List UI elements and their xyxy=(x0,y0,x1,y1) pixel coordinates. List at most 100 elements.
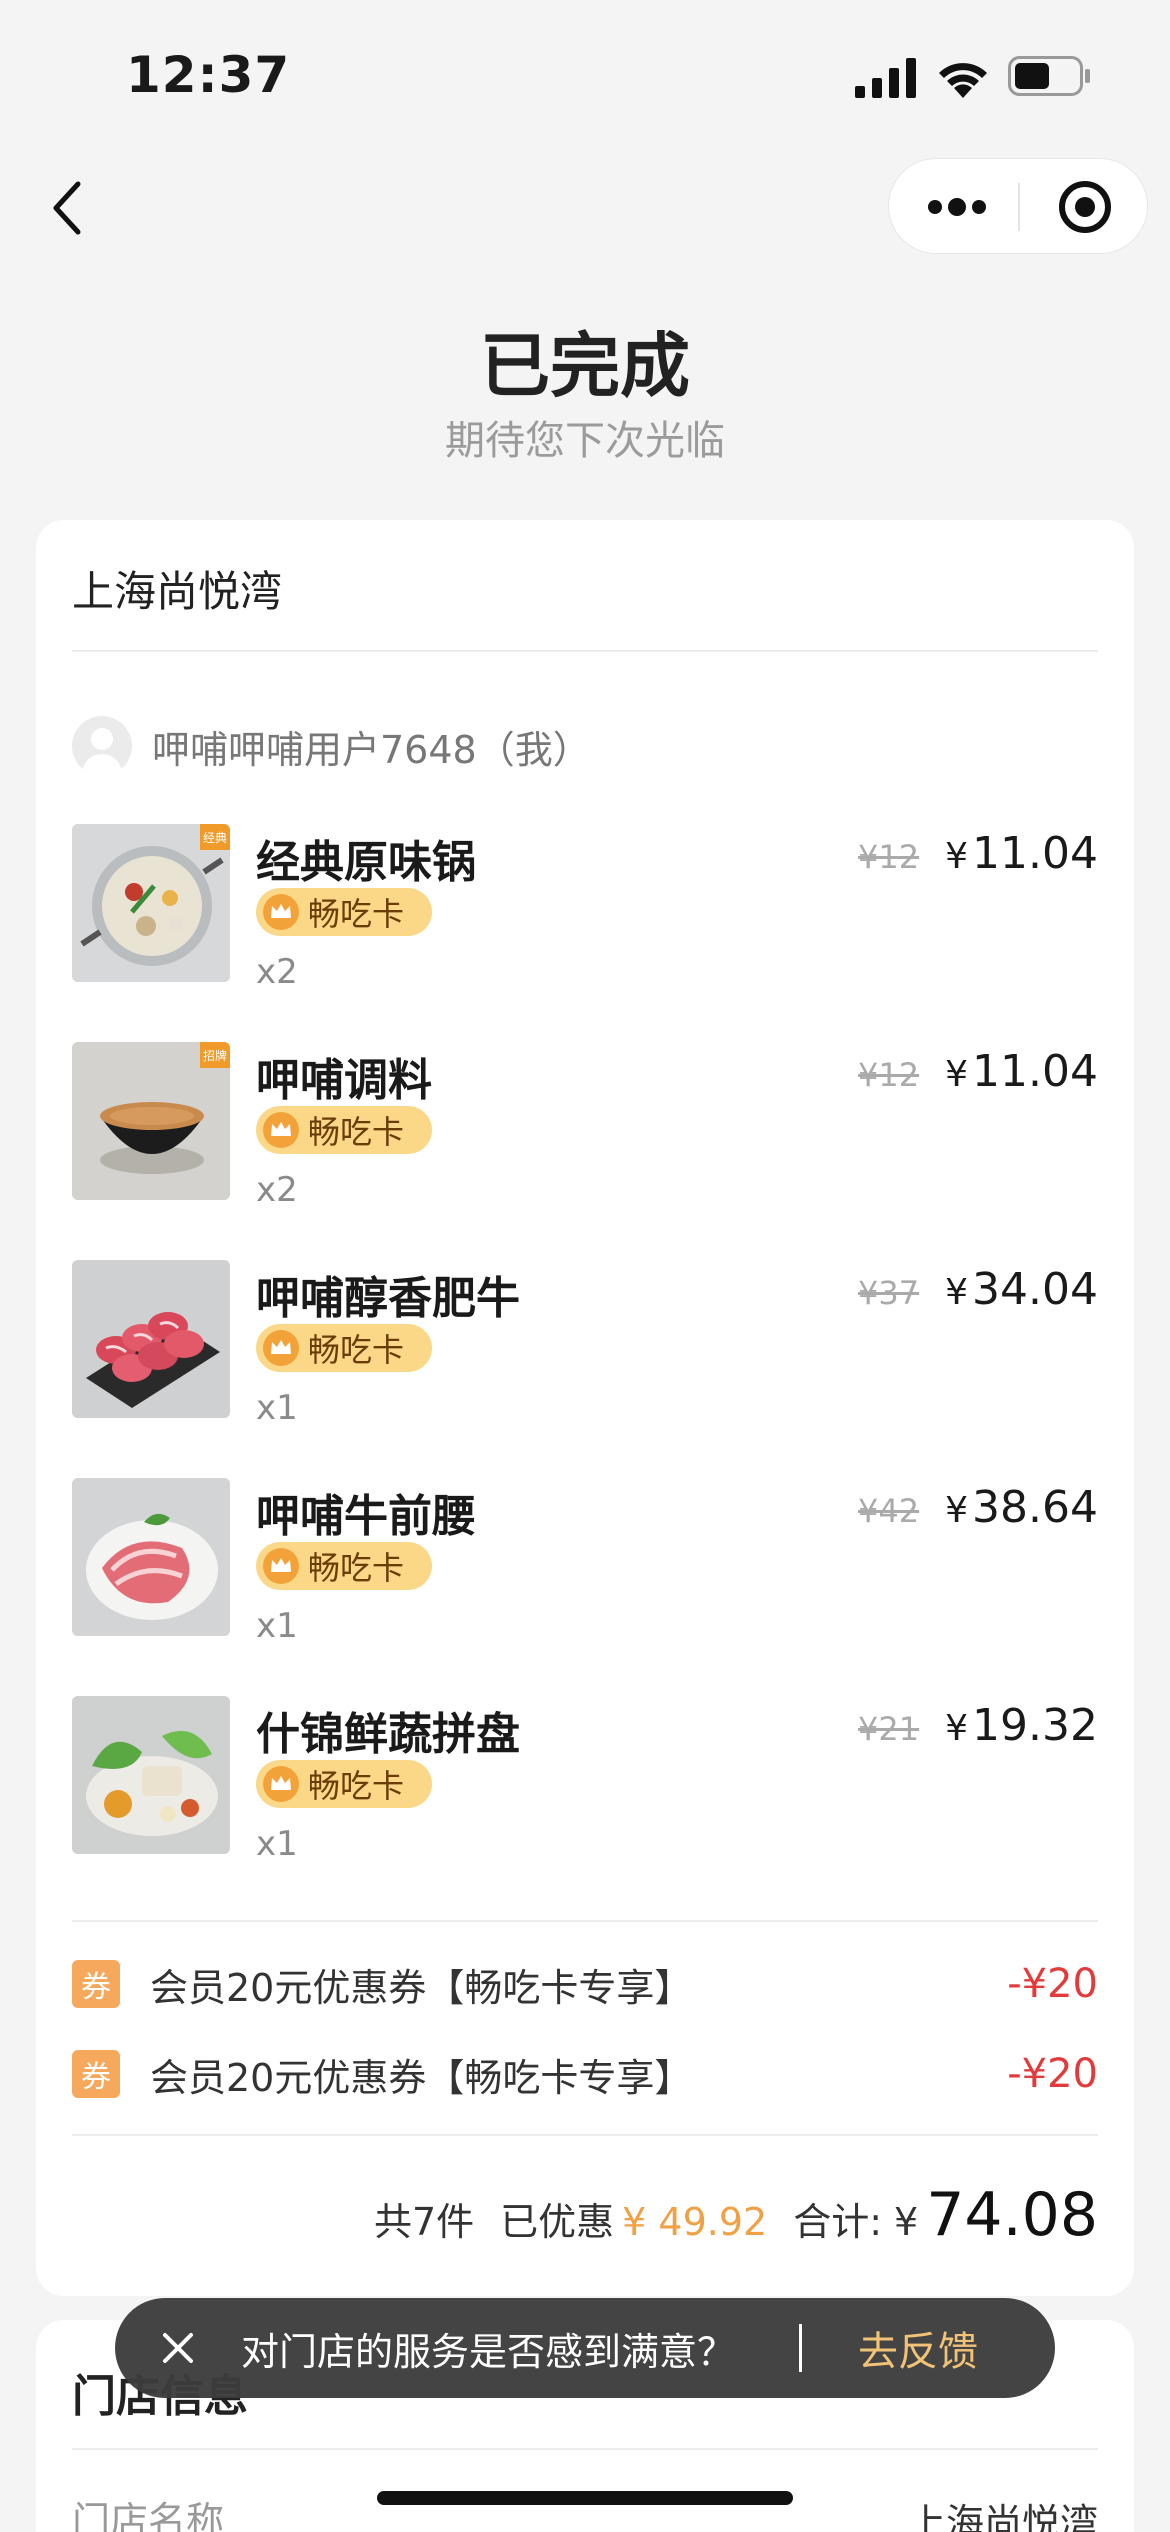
divider xyxy=(72,2134,1098,2136)
battery-icon xyxy=(1008,56,1090,96)
crown-icon xyxy=(263,1330,299,1366)
item-qty: x1 xyxy=(256,1388,298,1428)
item-qty: x2 xyxy=(256,952,298,992)
item-price-box: ¥42 ¥38.64 xyxy=(858,1482,1098,1533)
badge-label: 畅吃卡 xyxy=(308,1331,405,1369)
signal-icon xyxy=(855,58,916,98)
status-time: 12:37 xyxy=(126,46,291,104)
divider xyxy=(72,1920,1098,1922)
user-name: 呷哺呷哺用户7648（我） xyxy=(152,727,591,772)
badge-label: 畅吃卡 xyxy=(308,1767,405,1805)
order-status-title: 已完成 xyxy=(480,325,690,407)
order-item[interactable]: 经典 经典原味锅 畅吃卡 x2 ¥12 ¥11.04 xyxy=(72,824,1098,992)
item-name: 呷哺牛前腰 xyxy=(256,1491,476,1542)
crown-icon xyxy=(263,1548,299,1584)
order-item[interactable]: 什锦鲜蔬拼盘 畅吃卡 x1 ¥21 ¥19.32 xyxy=(72,1696,1098,1864)
user-row: 呷哺呷哺用户7648（我） xyxy=(72,714,591,778)
sauce-bowl-image: 招牌 xyxy=(72,1042,230,1200)
coupon-name: 会员20元优惠券【畅吃卡专享】 xyxy=(150,2055,693,2100)
member-card-badge: 畅吃卡 xyxy=(256,888,432,936)
order-item[interactable]: 呷哺醇香肥牛 畅吃卡 x1 ¥37 ¥34.04 xyxy=(72,1260,1098,1428)
original-price: ¥42 xyxy=(858,1492,920,1530)
hotpot-pot-image: 经典 xyxy=(72,824,230,982)
capsule-divider xyxy=(1018,183,1020,231)
currency-symbol: ¥ xyxy=(894,2200,919,2244)
item-price-box: ¥12 ¥11.04 xyxy=(858,828,1098,879)
crown-icon xyxy=(263,1112,299,1148)
status-bar: 12:37 xyxy=(0,0,1170,150)
member-card-badge: 畅吃卡 xyxy=(256,1106,432,1154)
coupon-icon: 券 xyxy=(72,1960,120,2008)
crown-icon xyxy=(263,894,299,930)
coupon-row: 券 会员20元优惠券【畅吃卡专享】 -¥20 xyxy=(72,2046,1098,2102)
original-price: ¥37 xyxy=(858,1274,920,1312)
coupon-amount: -¥20 xyxy=(1007,1961,1098,2007)
item-price-box: ¥12 ¥11.04 xyxy=(858,1046,1098,1097)
price-value: 11.04 xyxy=(972,1046,1098,1097)
item-name: 什锦鲜蔬拼盘 xyxy=(256,1709,520,1760)
item-name: 呷哺醇香肥牛 xyxy=(256,1273,520,1324)
feedback-button[interactable]: 去反馈 xyxy=(858,2319,978,2377)
order-card: 上海尚悦湾 呷哺呷哺用户7648（我） 经典 经典原味锅 畅吃卡 x2 ¥12 … xyxy=(36,520,1134,2296)
divider xyxy=(72,2448,1098,2450)
back-icon[interactable] xyxy=(46,176,90,240)
item-qty: x2 xyxy=(256,1170,298,1210)
coupon-name: 会员20元优惠券【畅吃卡专享】 xyxy=(150,1965,693,2010)
member-card-badge: 畅吃卡 xyxy=(256,1542,432,1590)
original-price: ¥12 xyxy=(858,838,920,876)
item-price-box: ¥21 ¥19.32 xyxy=(858,1700,1098,1751)
order-status-subtitle: 期待您下次光临 xyxy=(445,418,725,464)
price-value: 11.04 xyxy=(972,828,1098,879)
more-icon[interactable] xyxy=(925,187,989,227)
beef-roll-image xyxy=(72,1260,230,1418)
vegetable-platter-image xyxy=(72,1696,230,1854)
store-name-label: 门店名称 xyxy=(72,2499,225,2532)
original-price: ¥12 xyxy=(858,1056,920,1094)
home-indicator xyxy=(377,2491,793,2505)
price-value: 38.64 xyxy=(972,1482,1098,1533)
coupon-amount: -¥20 xyxy=(1007,2051,1098,2097)
avatar xyxy=(72,716,132,776)
total-amount: 74.08 xyxy=(926,2180,1098,2250)
currency-symbol: ¥ xyxy=(945,1272,969,1313)
svg-text:经典: 经典 xyxy=(203,831,227,845)
toast-divider xyxy=(799,2324,803,2372)
price-value: 19.32 xyxy=(972,1700,1098,1751)
mini-program-capsule xyxy=(888,158,1148,254)
crown-icon xyxy=(263,1766,299,1802)
close-icon[interactable] xyxy=(161,2331,195,2365)
item-price: ¥11.04 xyxy=(945,1046,1098,1097)
svg-text:招牌: 招牌 xyxy=(203,1049,227,1063)
currency-symbol: ¥ xyxy=(945,1054,969,1095)
divider xyxy=(72,650,1098,652)
item-qty: x1 xyxy=(256,1606,298,1646)
order-item[interactable]: 呷哺牛前腰 畅吃卡 x1 ¥42 ¥38.64 xyxy=(72,1478,1098,1646)
item-name: 经典原味锅 xyxy=(256,837,476,888)
store-name: 上海尚悦湾 xyxy=(72,567,283,616)
member-card-badge: 畅吃卡 xyxy=(256,1760,432,1808)
feedback-toast: 对门店的服务是否感到满意？ 去反馈 xyxy=(115,2298,1055,2398)
store-name-value: 上海尚悦湾 xyxy=(907,2501,1098,2532)
close-miniprogram-icon[interactable] xyxy=(1057,179,1113,235)
item-count: 共7件 xyxy=(373,2200,475,2244)
item-qty: x1 xyxy=(256,1824,298,1864)
badge-label: 畅吃卡 xyxy=(308,1113,405,1151)
item-price: ¥19.32 xyxy=(945,1700,1098,1751)
item-price: ¥11.04 xyxy=(945,828,1098,879)
feedback-message: 对门店的服务是否感到满意？ xyxy=(241,2329,736,2374)
order-item[interactable]: 招牌 呷哺调料 畅吃卡 x2 ¥12 ¥11.04 xyxy=(72,1042,1098,1210)
saved-amount: ¥ 49.92 xyxy=(622,2200,768,2244)
currency-symbol: ¥ xyxy=(945,836,969,877)
coupon-icon: 券 xyxy=(72,2050,120,2098)
saved-label: 已优惠 xyxy=(500,2200,615,2244)
price-value: 34.04 xyxy=(972,1264,1098,1315)
item-price: ¥34.04 xyxy=(945,1264,1098,1315)
total-label: 合计: xyxy=(793,2200,883,2244)
coupon-row: 券 会员20元优惠券【畅吃卡专享】 -¥20 xyxy=(72,1956,1098,2012)
original-price: ¥21 xyxy=(858,1710,920,1748)
item-name: 呷哺调料 xyxy=(256,1055,432,1106)
currency-symbol: ¥ xyxy=(945,1708,969,1749)
currency-symbol: ¥ xyxy=(945,1490,969,1531)
wifi-icon xyxy=(939,63,987,98)
badge-label: 畅吃卡 xyxy=(308,1549,405,1587)
